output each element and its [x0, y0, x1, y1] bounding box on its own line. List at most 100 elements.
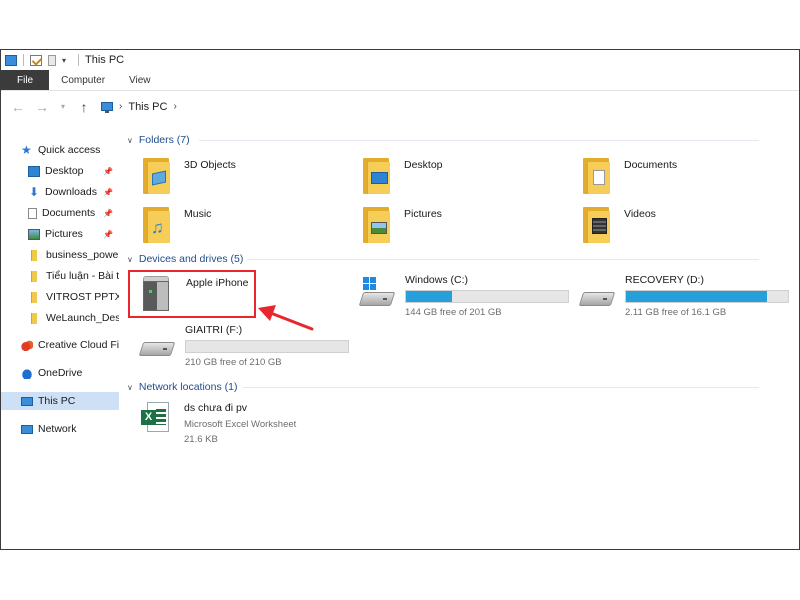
divider: [243, 387, 759, 388]
sidebar-item-this-pc[interactable]: This PC: [1, 392, 119, 410]
device-apple-iphone[interactable]: Apple iPhone: [137, 274, 248, 312]
breadcrumb-chevron-icon[interactable]: ›: [173, 101, 176, 112]
drive-free-space: 2.11 GB free of 16.1 GB: [625, 307, 727, 318]
collapse-chevron-icon[interactable]: ∨: [127, 383, 133, 392]
sidebar-item-label: Creative Cloud File: [38, 339, 119, 351]
folder-pictures[interactable]: Pictures: [361, 205, 442, 245]
pictures-folder-icon: [361, 205, 395, 245]
section-title: Folders (7): [138, 134, 190, 146]
sidebar-item-documents[interactable]: Documents 📌: [1, 204, 119, 222]
sidebar-item-label: Network: [38, 423, 77, 435]
properties-icon[interactable]: [30, 54, 42, 66]
sidebar-item-welaunch[interactable]: WeLaunch_Desig: [1, 309, 119, 327]
pin-icon[interactable]: 📌: [103, 209, 113, 218]
sidebar-item-label: OneDrive: [38, 367, 83, 379]
drive-recovery-d[interactable]: RECOVERY (D:) 2.11 GB free of 16.1 GB: [578, 274, 789, 318]
section-title: Devices and drives (5): [138, 253, 244, 265]
breadcrumb-this-pc[interactable]: This PC: [128, 101, 167, 113]
navigation-pane: ★ Quick access Desktop 📌 ⬇ Downloads 📌 D…: [1, 133, 119, 543]
recent-locations-chevron-icon[interactable]: ▾: [59, 102, 67, 111]
sidebar-item-label: VITROST PPTX: [46, 291, 119, 303]
sidebar-item-label: This PC: [38, 395, 76, 407]
drive-windows-c[interactable]: Windows (C:) 144 GB free of 201 GB: [358, 274, 569, 318]
onedrive-icon: [21, 367, 33, 379]
folder-label: Desktop: [404, 159, 443, 171]
file-explorer-window: ▾ This PC File Computer View ← → ▾ ↑ › T…: [0, 49, 800, 550]
drive-usage-bar: [185, 340, 349, 353]
sidebar-item-onedrive[interactable]: OneDrive: [1, 364, 119, 382]
network-item-excel[interactable]: X ds chưa đi pv Microsoft Excel Workshee…: [135, 402, 296, 445]
this-pc-icon: [21, 396, 33, 406]
sidebar-item-label: Downloads: [45, 186, 97, 198]
folder-icon: [31, 270, 37, 282]
divider: [247, 259, 759, 260]
sidebar-item-label: Quick access: [38, 144, 101, 156]
music-folder-icon: ♫: [141, 205, 175, 245]
tab-view[interactable]: View: [117, 70, 163, 90]
customize-quick-access-icon[interactable]: ▾: [62, 55, 72, 66]
pointer-arrow-icon: [258, 305, 314, 331]
excel-file-icon: X: [141, 402, 173, 438]
sidebar-item-quick-access[interactable]: ★ Quick access: [1, 141, 119, 159]
pin-icon[interactable]: 📌: [103, 230, 113, 239]
drive-free-space: 144 GB free of 201 GB: [405, 307, 502, 318]
tab-file[interactable]: File: [1, 70, 50, 90]
sidebar-item-network[interactable]: Network: [1, 420, 119, 438]
sidebar-item-label: Documents: [42, 207, 96, 219]
folder-desktop[interactable]: Desktop: [361, 156, 443, 196]
folder-label: Documents: [624, 159, 678, 171]
breadcrumb-separator-icon[interactable]: ›: [119, 101, 122, 112]
star-icon: ★: [21, 142, 32, 157]
sidebar-item-tieu-luan[interactable]: Tiểu luận - Bài th: [1, 267, 119, 285]
sidebar-item-downloads[interactable]: ⬇ Downloads 📌: [1, 183, 119, 201]
network-section-header[interactable]: ∨ Network locations (1): [127, 379, 237, 395]
divider: [199, 140, 759, 141]
sidebar-item-label: Pictures: [45, 228, 83, 240]
tab-computer[interactable]: Computer: [49, 70, 117, 90]
iphone-device-icon: [143, 276, 171, 312]
drive-label: Windows (C:): [405, 274, 469, 286]
content-pane: ∨ Folders (7) 3D Objects Desktop Documen…: [123, 130, 799, 549]
device-label: Apple iPhone: [186, 277, 249, 289]
hard-drive-icon: [138, 334, 176, 360]
sidebar-item-label: WeLaunch_Desig: [46, 312, 119, 324]
back-arrow-icon[interactable]: ←: [11, 99, 25, 115]
folder-label: 3D Objects: [184, 159, 236, 171]
pin-icon[interactable]: 📌: [103, 188, 113, 197]
folder-videos[interactable]: Videos: [581, 205, 656, 245]
ribbon-tabs: File Computer View: [1, 70, 799, 91]
desktop-icon: [28, 165, 40, 177]
sidebar-item-desktop[interactable]: Desktop 📌: [1, 162, 119, 180]
sidebar-item-business-power[interactable]: business_power: [1, 246, 119, 264]
hard-drive-icon: [578, 284, 616, 310]
folder-icon: [31, 249, 37, 261]
collapse-chevron-icon[interactable]: ∨: [127, 136, 133, 145]
sidebar-item-vitrost-pptx[interactable]: VITROST PPTX: [1, 288, 119, 306]
window-title: This PC: [85, 54, 125, 66]
folders-section-header[interactable]: ∨ Folders (7): [127, 132, 190, 148]
up-arrow-icon[interactable]: ↑: [77, 99, 91, 115]
address-row: ← → ▾ ↑ › This PC ›: [1, 94, 799, 119]
pin-icon[interactable]: 📌: [103, 167, 113, 176]
sidebar-item-label: Tiểu luận - Bài th: [46, 270, 119, 282]
new-folder-icon[interactable]: [48, 54, 56, 66]
folder-documents[interactable]: Documents: [581, 156, 677, 196]
document-icon: [28, 207, 37, 219]
folder-3d-objects[interactable]: 3D Objects: [141, 156, 236, 196]
network-item-type: Microsoft Excel Worksheet: [184, 419, 297, 430]
download-icon: ⬇: [28, 184, 40, 199]
network-item-size: 21.6 KB: [184, 434, 218, 445]
forward-arrow-icon[interactable]: →: [35, 99, 49, 115]
sidebar-item-pictures[interactable]: Pictures 📌: [1, 225, 119, 243]
sidebar-item-creative-cloud[interactable]: Creative Cloud File: [1, 336, 119, 354]
sidebar-item-label: Desktop: [45, 165, 84, 177]
breadcrumb[interactable]: › This PC ›: [101, 101, 177, 113]
section-title: Network locations (1): [138, 381, 238, 393]
folder-label: Music: [184, 208, 212, 220]
folder-music[interactable]: ♫ Music: [141, 205, 211, 245]
drive-label: RECOVERY (D:): [625, 274, 704, 286]
creative-cloud-icon: [21, 339, 33, 351]
collapse-chevron-icon[interactable]: ∨: [127, 255, 133, 264]
devices-section-header[interactable]: ∨ Devices and drives (5): [127, 251, 243, 267]
network-item-name: ds chưa đi pv: [184, 402, 248, 414]
